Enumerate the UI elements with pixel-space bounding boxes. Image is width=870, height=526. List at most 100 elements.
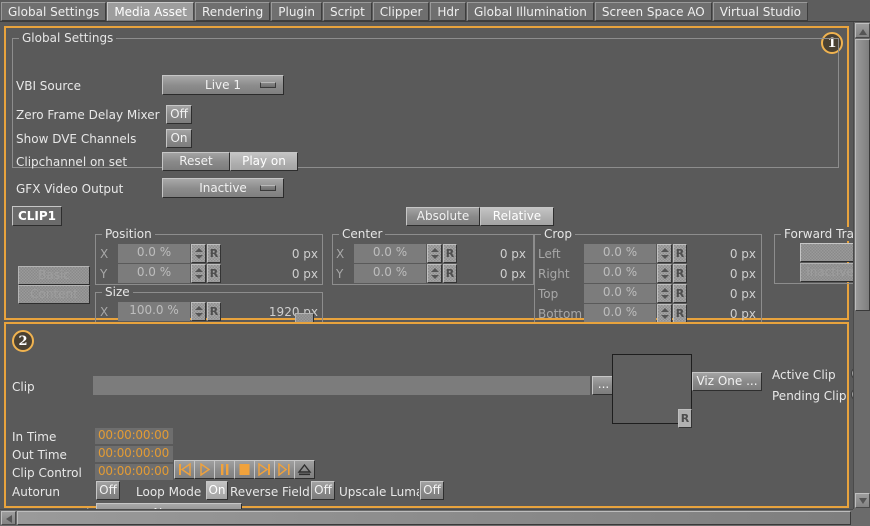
crop-left-input[interactable]: 0.0 % <box>584 244 656 263</box>
clipchannel-reset-button[interactable]: Reset <box>162 152 230 171</box>
vertical-scroll-thumb[interactable] <box>855 39 870 311</box>
size-x-input[interactable]: 100.0 % <box>118 302 190 321</box>
stop-button[interactable] <box>234 460 255 479</box>
vertical-scrollbar[interactable] <box>853 22 870 509</box>
basic-button[interactable]: Basic <box>18 266 90 285</box>
global-settings-panel: 1 Global Settings VBI Source Live 1 Zero… <box>4 26 853 343</box>
crop-bottom-input[interactable]: 0.0 % <box>584 304 656 323</box>
scroll-down-button[interactable] <box>855 493 870 508</box>
crop-right-reset-button[interactable]: R <box>673 264 687 283</box>
tab-rendering[interactable]: Rendering <box>194 2 271 21</box>
crop-top-spinner[interactable] <box>657 284 672 303</box>
tab-screen-space-ao[interactable]: Screen Space AO <box>594 2 712 21</box>
reverse-field-toggle[interactable]: Off <box>311 481 335 500</box>
content-button[interactable]: Content <box>18 285 90 304</box>
zero-frame-delay-mixer-toggle[interactable]: Off <box>166 105 192 124</box>
position-y-spinner[interactable] <box>191 264 206 283</box>
step-forward-button[interactable] <box>274 460 295 479</box>
center-y-reset-button[interactable]: R <box>443 264 457 283</box>
dropdown-handle-icon <box>260 82 276 88</box>
center-x-reset-button[interactable]: R <box>443 244 457 263</box>
gfx-video-output-dropdown[interactable]: Inactive <box>162 178 284 198</box>
upscale-luma-label: Upscale Luma <box>339 485 419 499</box>
autorun-toggle[interactable]: Off <box>96 481 120 500</box>
tab-clipper[interactable]: Clipper <box>372 2 430 21</box>
clip-control-value[interactable]: 00:00:00:00 <box>95 464 173 480</box>
center-y-pixels: 0 px <box>499 267 526 281</box>
forward-transform-state-button[interactable]: Inactive <box>800 263 853 282</box>
skip-to-end-button[interactable] <box>254 460 275 479</box>
transport-controls <box>174 460 315 479</box>
skip-to-start-button[interactable] <box>174 460 195 479</box>
center-x-spinner[interactable] <box>427 244 442 263</box>
play-icon <box>200 463 211 476</box>
upscale-luma-toggle[interactable]: Off <box>420 481 444 500</box>
vbi-source-dropdown[interactable]: Live 1 <box>162 75 284 95</box>
horizontal-scroll-thumb[interactable] <box>17 511 851 525</box>
tab-plugin[interactable]: Plugin <box>271 2 322 21</box>
center-x-label: X <box>336 247 345 261</box>
crop-right-pixels: 0 px <box>729 267 756 281</box>
crop-right-input[interactable]: 0.0 % <box>584 264 656 283</box>
position-y-input[interactable]: 0.0 % <box>118 264 190 283</box>
center-y-spinner[interactable] <box>427 264 442 283</box>
size-x-reset-button[interactable]: R <box>207 302 221 321</box>
center-y-input[interactable]: 0.0 % <box>354 264 426 283</box>
tab-media-asset[interactable]: Media Asset <box>107 2 194 21</box>
crop-top-label: Top <box>538 287 559 301</box>
position-x-pixels: 0 px <box>291 247 318 261</box>
center-x-input[interactable]: 0.0 % <box>354 244 426 263</box>
panel-badge-2: 2 <box>12 330 34 352</box>
clipchannel-play-on-button[interactable]: Play on <box>230 152 298 171</box>
crop-bottom-spinner[interactable] <box>657 304 672 323</box>
main-tab-bar: Global Settings Media Asset Rendering Pl… <box>0 0 870 22</box>
crop-right-spinner[interactable] <box>657 264 672 283</box>
crop-group-title: Crop <box>541 227 576 241</box>
clip1-tab[interactable]: CLIP1 <box>12 206 62 226</box>
stop-icon <box>239 464 250 475</box>
absolute-button[interactable]: Absolute <box>406 207 480 226</box>
position-x-reset-button[interactable]: R <box>207 244 221 263</box>
crop-left-spinner[interactable] <box>657 244 672 263</box>
position-y-reset-button[interactable]: R <box>207 264 221 283</box>
scrollbar-corner <box>853 509 870 526</box>
reverse-field-label: Reverse Field <box>230 485 310 499</box>
pending-clip-label: Pending Clip <box>772 389 847 403</box>
out-time-value[interactable]: 00:00:00:00 <box>95 446 173 462</box>
size-x-spinner[interactable] <box>191 302 206 321</box>
center-group-title: Center <box>339 227 386 241</box>
scroll-left-button[interactable] <box>1 511 16 525</box>
in-time-value[interactable]: 00:00:00:00 <box>95 428 173 444</box>
position-x-spinner[interactable] <box>191 244 206 263</box>
relative-button[interactable]: Relative <box>480 207 554 226</box>
active-clip-label: Active Clip <box>772 368 836 382</box>
horizontal-scrollbar[interactable] <box>0 509 853 526</box>
viz-one-button[interactable]: Viz One ... <box>692 372 762 391</box>
vbi-source-value: Live 1 <box>205 78 241 92</box>
crop-bottom-label: Bottom <box>538 307 583 321</box>
show-dve-channels-toggle[interactable]: On <box>166 129 192 148</box>
play-button[interactable] <box>194 460 215 479</box>
tab-virtual-studio[interactable]: Virtual Studio <box>712 2 809 21</box>
clip-path-input[interactable] <box>93 376 590 395</box>
crop-bottom-reset-button[interactable]: R <box>673 304 687 323</box>
tab-global-illumination[interactable]: Global Illumination <box>466 2 594 21</box>
autorun-label: Autorun <box>12 485 61 499</box>
step-forward-icon <box>278 463 290 476</box>
scroll-up-button[interactable] <box>855 23 870 38</box>
crop-left-reset-button[interactable]: R <box>673 244 687 263</box>
crop-right-label: Right <box>538 267 570 281</box>
tab-global-settings[interactable]: Global Settings <box>1 2 107 21</box>
clip-preview-reset-button[interactable]: R <box>678 409 692 428</box>
crop-top-reset-button[interactable]: R <box>673 284 687 303</box>
position-x-input[interactable]: 0.0 % <box>118 244 190 263</box>
scroll-content: 1 Global Settings VBI Source Live 1 Zero… <box>0 22 853 509</box>
forward-transform-dropdown[interactable]: No <box>800 243 853 262</box>
tab-script[interactable]: Script <box>322 2 372 21</box>
skip-to-start-icon <box>179 463 191 476</box>
loop-mode-toggle[interactable]: On <box>206 481 228 500</box>
eject-button[interactable] <box>294 460 315 479</box>
pause-button[interactable] <box>214 460 235 479</box>
crop-top-input[interactable]: 0.0 % <box>584 284 656 303</box>
tab-hdr[interactable]: Hdr <box>430 2 466 21</box>
